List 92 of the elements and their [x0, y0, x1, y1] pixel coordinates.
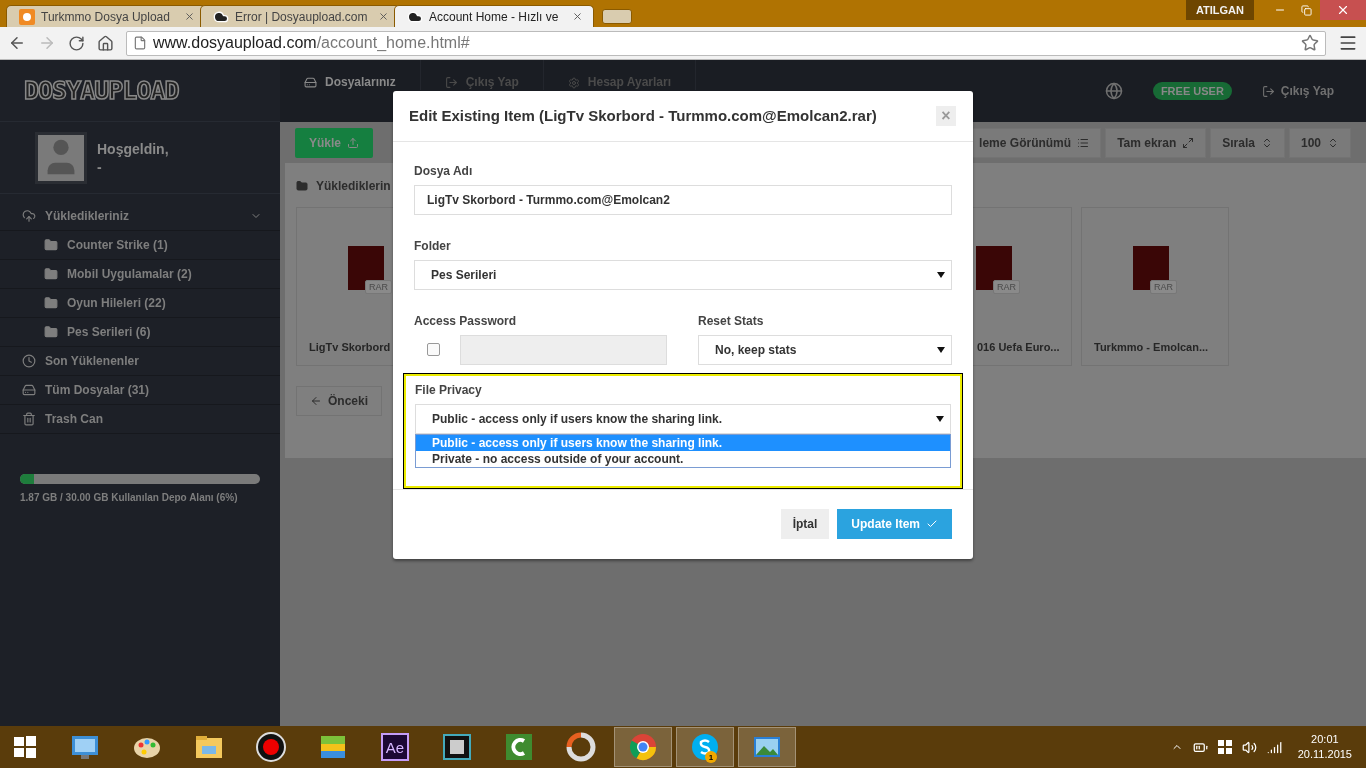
folder-item[interactable]: Mobil Uygulamalar (2) [0, 260, 280, 289]
arrow-left-icon [310, 395, 322, 407]
field-label: Dosya Adı [414, 163, 474, 178]
drive-icon [22, 383, 36, 397]
menu-icon[interactable] [1338, 33, 1358, 53]
close-icon[interactable] [378, 11, 389, 22]
previous-button[interactable]: Önceki [296, 386, 382, 416]
caret-icon [937, 271, 945, 278]
upload-icon [347, 136, 359, 149]
close-icon [1336, 3, 1350, 17]
nav-item[interactable]: Tüm Dosyalar (31) [0, 376, 280, 405]
dropdown-option[interactable]: Public - access only if users know the sharing link. [416, 434, 950, 451]
folder-icon [44, 296, 58, 310]
privacy-select[interactable]: Public - access only if users know the sharing link. [415, 403, 951, 434]
ring-icon [566, 732, 596, 762]
account-badge: FREE USER [1152, 82, 1232, 100]
address-bar[interactable]: www.dosyaupload.com/account_home.html# [126, 30, 1326, 56]
nav-item[interactable]: Trash Can [0, 405, 280, 434]
caret-icon [936, 415, 944, 422]
storage-text: 1.87 GB / 30.00 GB Kullanılan Depo Alanı (6%) [20, 492, 239, 503]
logo[interactable]: DOSYAUPLOAD [24, 76, 179, 105]
close-icon[interactable] [572, 11, 583, 22]
clock-icon [22, 354, 36, 368]
file-title: 016 Uefa Euro... [977, 341, 1059, 353]
back-icon[interactable] [8, 34, 26, 52]
password-checkbox[interactable] [427, 343, 440, 357]
field-label: File Privacy [415, 382, 483, 397]
name-field[interactable]: LigTv Skorbord - Turmmo.com@Emolcan2 [414, 184, 952, 215]
folder-select[interactable]: Pes Serileri [414, 259, 952, 290]
file-title: LigTv Skorbord [309, 341, 392, 353]
toolbar-button[interactable]: Tam ekran [1105, 127, 1207, 158]
file-card[interactable]: RAR Turkmmo - Emolcan... [1081, 207, 1229, 366]
toolbar-button[interactable]: 100 [1288, 127, 1351, 158]
expand-icon [1182, 136, 1195, 149]
greeting-text: Hoşgeldin, [97, 140, 169, 157]
profile-badge[interactable]: ATILGAN [1185, 0, 1254, 20]
reload-icon[interactable] [68, 34, 85, 52]
breadcrumb[interactable]: Yüklediklerin [316, 179, 391, 193]
close-icon[interactable] [184, 11, 195, 22]
logout-icon [444, 76, 458, 89]
volume-icon[interactable] [1241, 739, 1257, 755]
folder-item[interactable]: Pes Serileri (6) [0, 318, 280, 347]
trash-icon [22, 412, 36, 426]
taskbar-app[interactable]: 1 [676, 727, 734, 767]
logout-link[interactable]: Çıkış Yap [1261, 84, 1334, 98]
file-title: Turkmmo - Emolcan... [1094, 341, 1210, 353]
windows-logo-icon [14, 736, 36, 758]
folder-item[interactable]: Counter Strike (1) [0, 231, 280, 260]
folder-icon [296, 180, 308, 192]
windows-flag-icon[interactable] [1217, 740, 1232, 754]
url-text: www.dosyaupload.com/account_home.html# [153, 34, 470, 52]
sort-icon [1327, 136, 1339, 149]
file-type-badge: RAR [1150, 280, 1177, 294]
folder-item[interactable]: Oyun Hileleri (22) [0, 289, 280, 318]
field-label: Reset Stats [698, 313, 765, 328]
file-type-badge: RAR [993, 280, 1020, 294]
restore-icon [1301, 4, 1312, 16]
home-icon[interactable] [97, 34, 114, 52]
site-icon [19, 8, 35, 25]
new-tab-button[interactable] [602, 9, 632, 24]
page-icon [133, 36, 147, 50]
list-icon [1077, 136, 1090, 149]
logout-icon [1261, 84, 1275, 98]
record-icon [256, 732, 286, 762]
close-button[interactable]: × [936, 105, 956, 126]
folder-icon [44, 267, 58, 281]
reset-stats-select[interactable]: No, keep stats [698, 334, 952, 365]
folder-icon [44, 325, 58, 339]
toolbar-button[interactable]: Sırala [1210, 127, 1285, 158]
clock[interactable]: 20:01 20.11.2015 [1297, 732, 1352, 762]
caret-icon [937, 346, 945, 353]
avatar [35, 131, 87, 184]
drive-icon [304, 76, 317, 89]
update-button[interactable]: Update Item [837, 509, 952, 540]
bookmark-star-icon[interactable] [1301, 34, 1319, 52]
header-tab[interactable]: Dosyalarınız [280, 60, 421, 90]
file-type-badge: RAR [365, 280, 392, 294]
network-icon[interactable] [1266, 739, 1282, 755]
nav-item[interactable]: Son Yüklenenler [0, 347, 280, 376]
dialog-title: Edit Existing Item (LigTv Skorbord - Turmmo.com@Emolcan2.rar) [409, 107, 878, 125]
globe-icon[interactable] [1104, 82, 1123, 100]
taskbar-app[interactable]: Ae [366, 727, 424, 767]
username-text: - [97, 158, 103, 175]
ae-icon: Ae [381, 733, 409, 761]
browser-tab[interactable]: Account Home - Hızlı ve [394, 5, 594, 27]
folder-icon [44, 238, 58, 252]
nav-item[interactable]: Yükledikleriniz [0, 202, 280, 231]
cloud-upload-icon [22, 209, 36, 223]
settings-icon [567, 77, 580, 89]
cancel-button[interactable]: İptal [780, 509, 830, 540]
film-icon [442, 732, 472, 762]
chrome-icon [628, 732, 658, 762]
